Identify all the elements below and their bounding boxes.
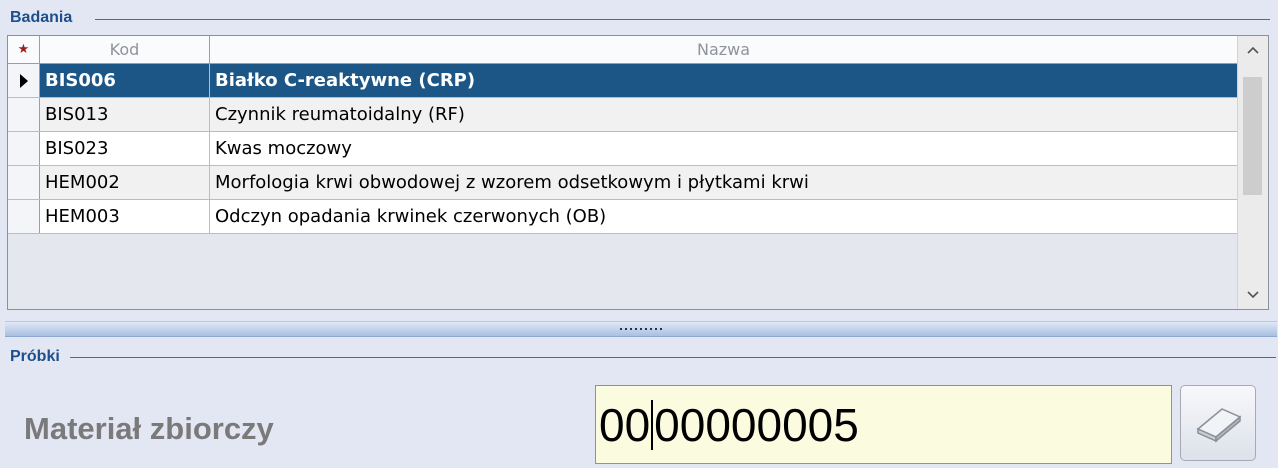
cell-nazwa[interactable]: Morfologia krwi obwodowej z wzorem odset… <box>210 166 1238 199</box>
row-indicator[interactable] <box>8 166 40 199</box>
table-row[interactable]: HEM002 Morfologia krwi obwodowej z wzore… <box>8 166 1238 200</box>
required-marker-header: ★ <box>8 36 40 63</box>
code-text-after-caret: 00000005 <box>654 398 859 451</box>
clear-button[interactable] <box>1180 385 1256 461</box>
row-indicator[interactable] <box>8 98 40 131</box>
probki-title: Próbki <box>10 347 60 367</box>
vertical-scrollbar[interactable] <box>1237 36 1268 309</box>
row-pointer-icon <box>19 73 28 88</box>
cell-kod[interactable]: BIS023 <box>40 132 210 165</box>
cell-kod[interactable]: HEM002 <box>40 166 210 199</box>
table-row[interactable]: BIS023 Kwas moczowy <box>8 132 1238 166</box>
row-indicator[interactable] <box>8 200 40 233</box>
chevron-up-icon <box>1247 46 1259 54</box>
badania-title-text: Badania <box>10 9 73 26</box>
eraser-icon <box>1196 408 1242 443</box>
code-text-before-caret: 00 <box>599 398 651 451</box>
cell-kod[interactable]: HEM003 <box>40 200 210 233</box>
probki-title-text: Próbki <box>10 348 60 365</box>
cell-nazwa[interactable]: Czynnik reumatoidalny (RF) <box>210 98 1238 131</box>
probki-divider <box>70 357 1276 358</box>
table-row[interactable]: BIS013 Czynnik reumatoidalny (RF) <box>8 98 1238 132</box>
scroll-up-button[interactable] <box>1238 36 1268 64</box>
grid-rows: BIS006 Białko C-reaktywne (CRP) BIS013 C… <box>8 64 1238 234</box>
column-header-kod[interactable]: Kod <box>40 36 210 63</box>
cell-kod[interactable]: BIS006 <box>40 64 210 97</box>
cell-nazwa[interactable]: Kwas moczowy <box>210 132 1238 165</box>
table-row[interactable]: BIS006 Białko C-reaktywne (CRP) <box>8 64 1238 98</box>
chevron-down-icon <box>1247 291 1259 299</box>
table-row[interactable]: HEM003 Odczyn opadania krwinek czerwonyc… <box>8 200 1238 234</box>
material-code-input[interactable]: 00 00000005 <box>595 385 1172 464</box>
row-indicator[interactable] <box>8 132 40 165</box>
column-header-nazwa[interactable]: Nazwa <box>210 36 1238 63</box>
splitter-grip-icon <box>620 328 662 330</box>
cell-nazwa[interactable]: Białko C-reaktywne (CRP) <box>210 64 1238 97</box>
text-caret <box>651 399 654 450</box>
badania-title: Badania <box>10 8 72 28</box>
cell-nazwa[interactable]: Odczyn opadania krwinek czerwonych (OB) <box>210 200 1238 233</box>
grid-header: ★ Kod Nazwa <box>8 36 1238 64</box>
badania-divider <box>95 19 1270 20</box>
scroll-down-button[interactable] <box>1238 281 1268 309</box>
material-label: Materiał zbiorczy <box>24 411 274 446</box>
row-indicator[interactable] <box>8 64 40 97</box>
cell-kod[interactable]: BIS013 <box>40 98 210 131</box>
panel-splitter[interactable] <box>5 321 1277 337</box>
scrollbar-thumb[interactable] <box>1243 77 1262 195</box>
badania-grid[interactable]: ★ Kod Nazwa BIS006 Białko C-reaktywne (C… <box>7 35 1269 310</box>
